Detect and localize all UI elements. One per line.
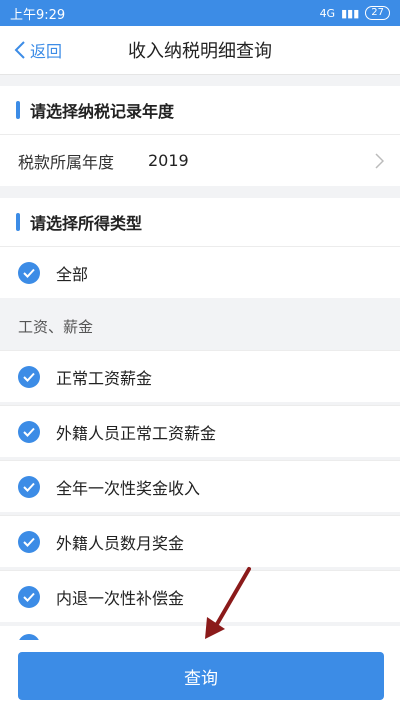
section-title-type: 请选择所得类型: [30, 214, 143, 233]
check-icon: [18, 420, 40, 443]
chevron-left-icon: [14, 41, 25, 59]
check-icon: [18, 530, 40, 553]
signal-label: 4G: [319, 6, 336, 20]
signal-icon: ▮▮▮: [341, 6, 360, 20]
checkbox-label: 外籍人员正常工资薪金: [56, 423, 217, 443]
status-time: 上午9:29: [10, 7, 66, 23]
back-label: 返回: [30, 42, 63, 61]
check-icon: [18, 261, 40, 284]
checkbox-item[interactable]: 全年一次性奖金收入: [0, 460, 400, 512]
check-icon: [18, 475, 40, 498]
section-accent-bar: [16, 101, 20, 119]
section-header-type: 请选择所得类型: [0, 198, 400, 246]
checkbox-item[interactable]: 外籍人员数月奖金: [0, 515, 400, 567]
chevron-right-icon: [375, 153, 384, 169]
year-label: 税款所属年度: [18, 152, 115, 172]
group-title-salary: 工资、薪金: [18, 317, 94, 336]
checkbox-item[interactable]: 正常工资薪金: [0, 350, 400, 402]
status-bar: 上午9:29 4G ▮▮▮ 27: [0, 0, 400, 26]
year-value: 2019: [148, 151, 189, 170]
year-selector[interactable]: 税款所属年度 2019: [0, 134, 400, 186]
annotation-arrow-icon: [205, 567, 251, 639]
check-icon: [18, 585, 40, 608]
back-button[interactable]: 返回: [14, 38, 62, 62]
check-icon: [18, 365, 40, 388]
checkbox-label: 全部: [56, 264, 89, 284]
checkbox-label: 正常工资薪金: [56, 368, 153, 388]
section-accent-bar: [16, 213, 20, 231]
checkbox-label: 外籍人员数月奖金: [56, 533, 185, 553]
section-title-year: 请选择纳税记录年度: [30, 102, 175, 121]
checkbox-label: 全年一次性奖金收入: [56, 478, 201, 498]
checkbox-item[interactable]: 外籍人员正常工资薪金: [0, 405, 400, 457]
nav-bar: 返回 收入纳税明细查询: [0, 26, 400, 75]
query-button[interactable]: 查询: [18, 652, 384, 700]
status-icons: 4G ▮▮▮ 27: [320, 6, 390, 20]
checkbox-label: 内退一次性补偿金: [56, 588, 185, 608]
checkbox-all[interactable]: 全部: [0, 246, 400, 298]
section-header-year: 请选择纳税记录年度: [0, 86, 400, 134]
battery-icon: 27: [365, 6, 390, 20]
page-title: 收入纳税明细查询: [128, 41, 272, 62]
